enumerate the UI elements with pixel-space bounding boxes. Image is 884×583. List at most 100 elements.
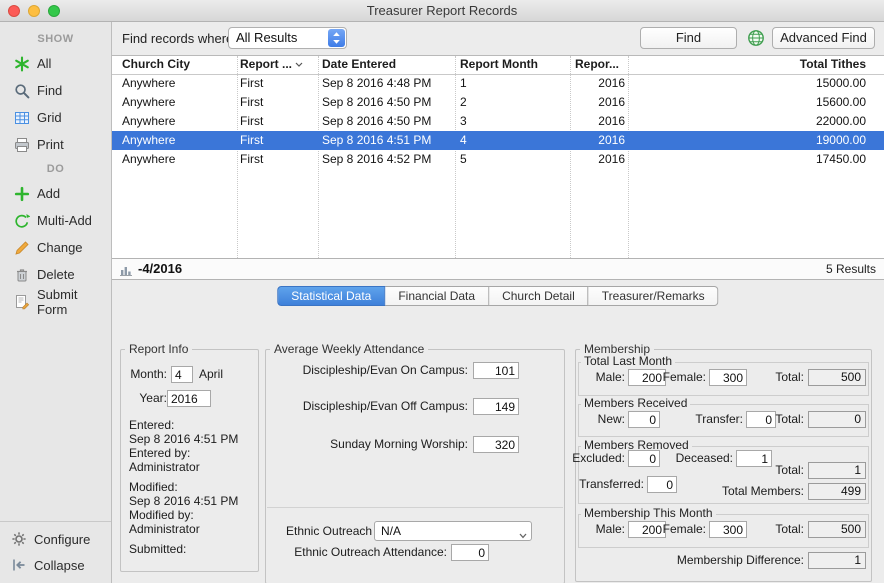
entered-label: Entered: [129,418,238,432]
sidebar-item-label: All [37,56,51,71]
zoom-button[interactable] [48,5,60,17]
table-row-selected[interactable]: Anywhere First Sep 8 2016 4:51 PM 4 2016… [112,131,884,150]
male-this-month-input[interactable] [628,521,666,538]
month-input[interactable] [171,366,193,383]
tab-bar: Statistical Data Financial Data Church D… [277,286,718,306]
sidebar-item-change[interactable]: Change [0,234,111,261]
detail-form: Statistical Data Financial Data Church D… [112,280,884,583]
table-row[interactable]: Anywhere First Sep 8 2016 4:48 PM 1 2016… [112,74,884,93]
column-header-church-city[interactable]: Church City [122,56,190,73]
globe-icon[interactable] [746,28,766,48]
grid-icon [13,109,30,126]
tab-treasurer-remarks[interactable]: Treasurer/Remarks [589,286,719,306]
entered-by-label: Entered by: [129,446,238,460]
multi-add-icon [13,212,30,229]
tab-church-detail[interactable]: Church Detail [489,286,589,306]
members-received-total: 0 [808,411,866,428]
cell-total-tithes: 22000.00 [816,112,866,131]
modified-value: Sep 8 2016 4:51 PM [129,494,238,508]
sunday-worship-input[interactable] [473,436,519,453]
sidebar-item-multi-add[interactable]: Multi-Add [0,207,111,234]
excluded-input[interactable] [628,450,660,467]
transfer-label: Transfer: [695,411,743,428]
cell-report-year: 2016 [598,131,625,150]
total-label: Total: [775,521,804,538]
total-members-label: Total Members: [722,483,804,500]
sidebar-item-submit-form[interactable]: Submit Form [0,288,111,315]
column-header-report[interactable]: Report ... [240,56,303,73]
female-label: Female: [663,369,706,386]
transfer-input[interactable] [746,411,776,428]
discipleship-off-campus-label: Discipleship/Evan Off Campus: [303,398,468,415]
sidebar-item-delete[interactable]: Delete [0,261,111,288]
sidebar-item-find[interactable]: Find [0,77,111,104]
ethnic-outreach-value: N/A [381,522,401,540]
new-label: New: [598,411,625,428]
table-row[interactable]: Anywhere First Sep 8 2016 4:50 PM 2 2016… [112,93,884,112]
cell-date-entered: Sep 8 2016 4:51 PM [322,131,431,150]
cell-report-year: 2016 [598,150,625,169]
sidebar-footer: Configure Collapse [0,521,111,583]
column-header-report-year[interactable]: Repor... [575,56,619,73]
excluded-label: Excluded: [572,450,625,467]
female-input[interactable] [709,369,747,386]
cell-church-city: Anywhere [122,131,175,150]
tab-financial-data[interactable]: Financial Data [385,286,489,306]
collapse-arrow-icon [10,557,27,574]
sidebar-do-header: DO [0,158,111,180]
cell-total-tithes: 19000.00 [816,131,866,150]
sunday-worship-label: Sunday Morning Worship: [330,436,468,453]
discipleship-off-campus-input[interactable] [473,398,519,415]
traffic-lights [8,5,60,17]
results-filter-value: All Results [236,28,297,48]
sidebar-item-configure[interactable]: Configure [0,526,111,552]
table-row[interactable]: Anywhere First Sep 8 2016 4:50 PM 3 2016… [112,112,884,131]
female-this-month-input[interactable] [709,521,747,538]
advanced-find-button[interactable]: Advanced Find [772,27,875,49]
modified-by-label: Modified by: [129,508,238,522]
titlebar: Treasurer Report Records [0,0,884,22]
app-window: Treasurer Report Records SHOW All Find G… [0,0,884,583]
find-button[interactable]: Find [640,27,737,49]
column-header-total-tithes[interactable]: Total Tithes [800,56,866,73]
minimize-button[interactable] [28,5,40,17]
year-input[interactable] [167,390,211,407]
sidebar-show-header: SHOW [0,28,111,50]
deceased-input[interactable] [736,450,772,467]
cell-report-year: 2016 [598,93,625,112]
column-header-report-month[interactable]: Report Month [460,56,538,73]
ethnic-outreach-dropdown[interactable]: N/A [374,521,532,541]
results-count: 5 Results [826,259,876,279]
tab-statistical-data[interactable]: Statistical Data [277,286,385,306]
sidebar-item-all[interactable]: All [0,50,111,77]
plus-icon [13,185,30,202]
membership-difference-label: Membership Difference: [677,552,804,569]
cell-date-entered: Sep 8 2016 4:50 PM [322,112,431,131]
close-button[interactable] [8,5,20,17]
sidebar-item-collapse[interactable]: Collapse [0,552,111,578]
cell-report-month: 5 [460,150,467,169]
total-last-month-header: Total Last Month [581,354,675,368]
entered-value: Sep 8 2016 4:51 PM [129,432,238,446]
deceased-label: Deceased: [676,450,733,467]
members-removed-total: 1 [808,462,866,479]
cell-church-city: Anywhere [122,112,175,131]
new-input[interactable] [628,411,660,428]
printer-icon [13,136,30,153]
ethnic-attendance-input[interactable] [451,544,489,561]
transferred-input[interactable] [647,476,677,493]
report-info-title: Report Info [125,342,192,356]
column-header-date-entered[interactable]: Date Entered [322,56,396,73]
attendance-title: Average Weekly Attendance [270,342,428,356]
membership-title: Membership [580,342,654,356]
table-row[interactable]: Anywhere First Sep 8 2016 4:52 PM 5 2016… [112,150,884,169]
male-input[interactable] [628,369,666,386]
attendance-group: Average Weekly Attendance Discipleship/E… [265,349,565,583]
sidebar-item-add[interactable]: Add [0,180,111,207]
discipleship-on-campus-input[interactable] [473,362,519,379]
results-filter-dropdown[interactable]: All Results [228,27,347,49]
sidebar-item-print[interactable]: Print [0,131,111,158]
records-table: Church City Report ... Date Entered Repo… [112,55,884,258]
sidebar-item-grid[interactable]: Grid [0,104,111,131]
sidebar-item-label: Change [37,240,83,255]
